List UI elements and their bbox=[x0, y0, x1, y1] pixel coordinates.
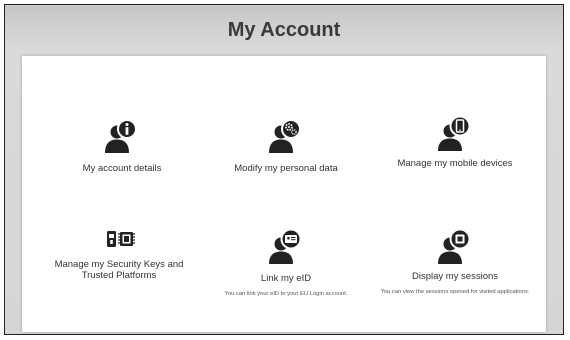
tile-account-details[interactable]: My account details bbox=[42, 118, 202, 174]
tile-link-eid[interactable]: Link my eID You can link your eID to you… bbox=[206, 228, 366, 299]
tile-display-sessions[interactable]: Display my sessions You can view the ses… bbox=[375, 228, 535, 297]
tile-description: You can view the sessions opened for vis… bbox=[380, 289, 530, 295]
security-key-icon bbox=[107, 231, 135, 247]
user-mobile-icon bbox=[438, 115, 471, 151]
tile-manage-mobile-devices[interactable]: Manage my mobile devices bbox=[375, 115, 535, 169]
tile-label: Link my eID bbox=[260, 273, 312, 284]
tile-security-keys[interactable]: Manage my Security Keys and Trusted Plat… bbox=[39, 228, 199, 281]
page-title: My Account bbox=[227, 19, 341, 41]
tile-label: My account details bbox=[82, 163, 162, 174]
account-frame: My Account My account details Modify my bbox=[4, 4, 564, 335]
user-settings-icon bbox=[269, 119, 301, 153]
user-sessions-icon bbox=[438, 228, 471, 264]
account-menu-panel: My account details Modify my personal da… bbox=[22, 56, 546, 332]
user-info-icon bbox=[105, 119, 137, 153]
tile-label: Manage my Security Keys and Trusted Plat… bbox=[54, 259, 184, 281]
tile-label: Modify my personal data bbox=[234, 163, 338, 174]
tile-modify-personal-data[interactable]: Modify my personal data bbox=[206, 118, 366, 174]
tile-label: Display my sessions bbox=[411, 271, 499, 282]
tile-label: Manage my mobile devices bbox=[397, 158, 513, 169]
tile-description: You can link your eID to your EU Login a… bbox=[224, 291, 348, 297]
user-eid-icon bbox=[269, 228, 302, 264]
